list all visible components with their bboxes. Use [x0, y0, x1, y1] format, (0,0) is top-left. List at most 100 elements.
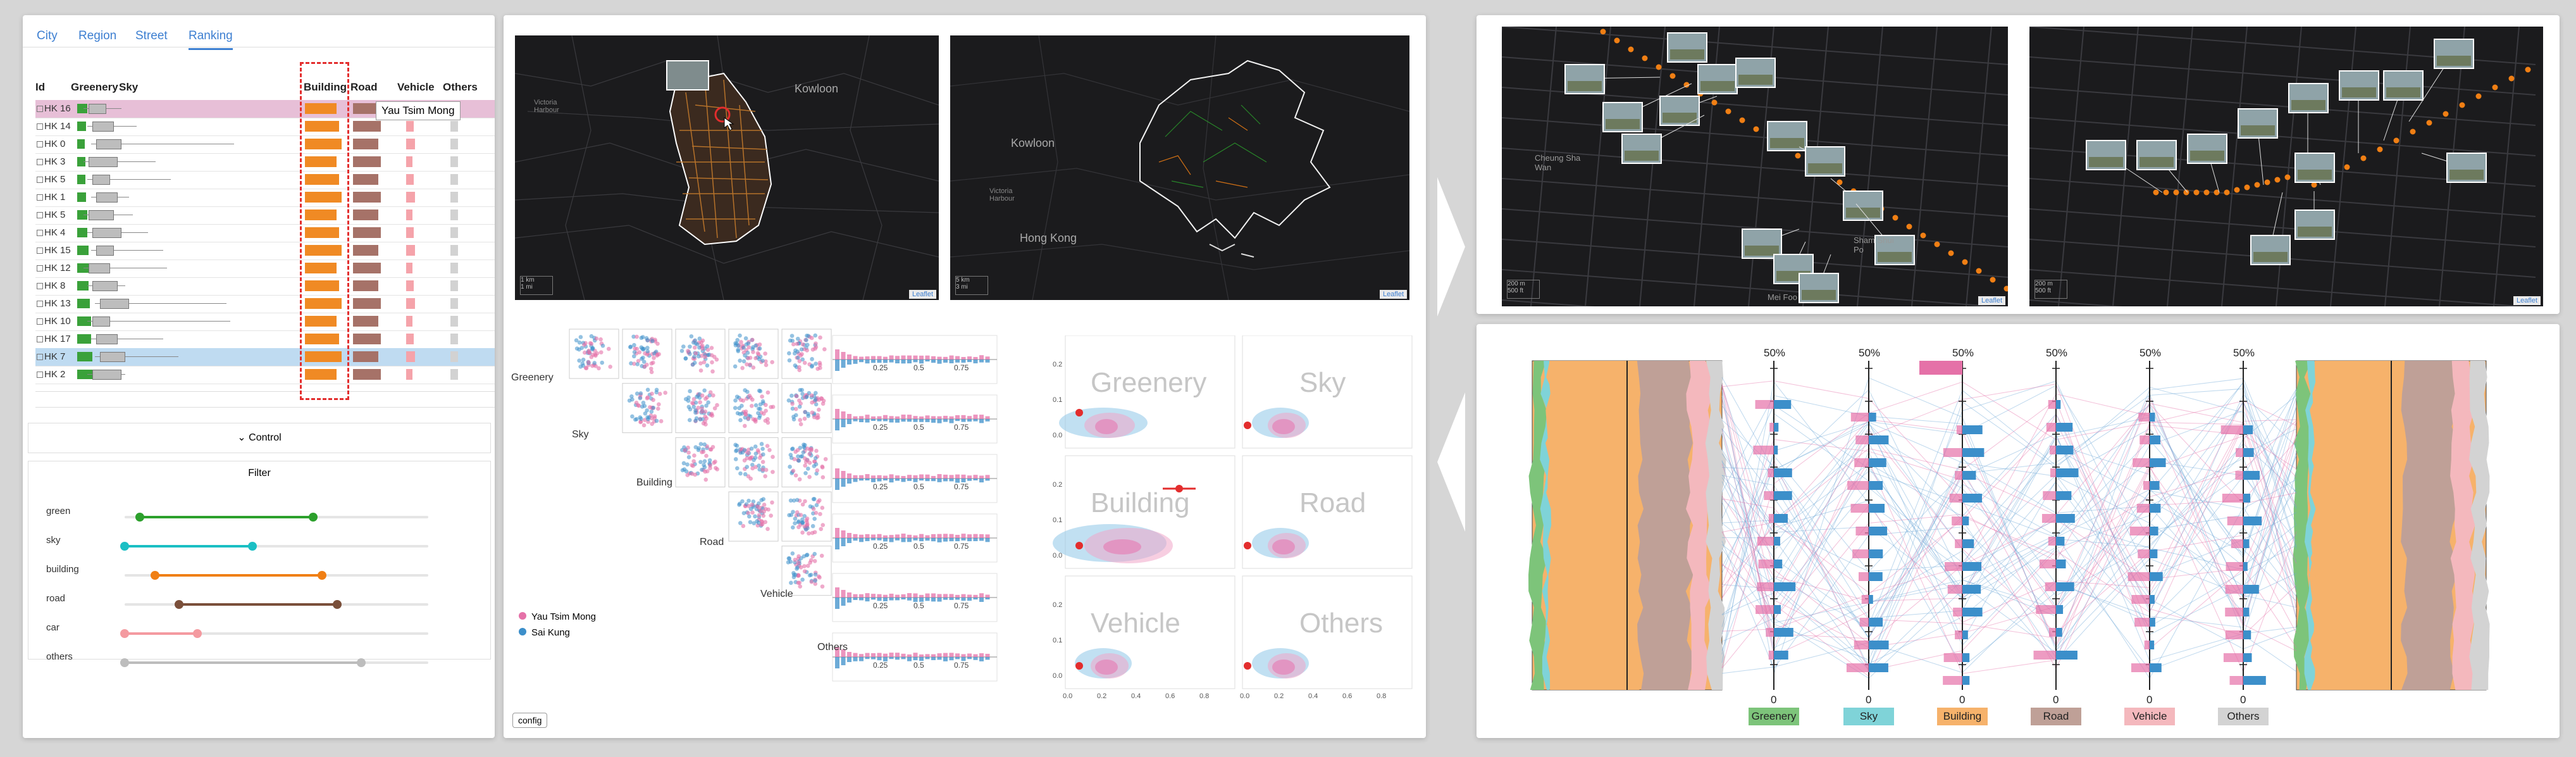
row-checkbox[interactable]	[37, 106, 43, 112]
row-checkbox[interactable]	[37, 141, 43, 147]
street-sample-point[interactable]	[1614, 37, 1620, 44]
row-checkbox[interactable]	[37, 336, 43, 342]
category-badge-road[interactable]: Road	[2031, 708, 2081, 725]
street-sample-point[interactable]	[2508, 75, 2515, 82]
table-row[interactable]: HK 7	[35, 348, 495, 366]
street-sample-point[interactable]	[2274, 177, 2281, 183]
street-sample-point[interactable]	[2393, 137, 2400, 144]
scatter-cell[interactable]	[781, 383, 832, 434]
table-row[interactable]: HK 14	[35, 118, 495, 136]
slider-building[interactable]	[125, 571, 428, 580]
table-row[interactable]: HK 4	[35, 224, 495, 242]
tab-ranking[interactable]: Ranking	[189, 29, 233, 50]
street-sample-point[interactable]	[1656, 64, 1662, 70]
street-sample-point[interactable]	[2173, 189, 2179, 196]
street-sample-point[interactable]	[2153, 189, 2159, 196]
street-sample-point[interactable]	[1725, 108, 1731, 115]
table-row[interactable]: HK 3	[35, 153, 495, 172]
street-sample-point[interactable]	[2254, 182, 2260, 188]
street-sample-point[interactable]	[2244, 184, 2250, 191]
row-checkbox[interactable]	[37, 265, 43, 272]
row-checkbox[interactable]	[37, 177, 43, 183]
street-sample-point[interactable]	[1962, 259, 1968, 265]
row-checkbox[interactable]	[37, 123, 43, 130]
street-sample-point[interactable]	[2264, 179, 2270, 185]
street-sample-point[interactable]	[1753, 126, 1759, 132]
street-sample-point[interactable]	[2193, 189, 2200, 196]
street-sample-point[interactable]	[1795, 153, 1801, 159]
street-sample-point[interactable]	[2426, 120, 2432, 126]
category-badge-others[interactable]: Others	[2218, 708, 2269, 725]
street-map-right[interactable]: Leaflet 200 m 500 ft	[2029, 27, 2543, 306]
street-sample-point[interactable]	[2377, 146, 2383, 153]
control-toggle[interactable]: ⌄ Control	[28, 423, 491, 453]
row-checkbox[interactable]	[37, 159, 43, 165]
slider-handle-min[interactable]	[120, 629, 129, 638]
legend-item-yau-tsim-mong[interactable]: Yau Tsim Mong	[519, 611, 596, 622]
street-sample-point[interactable]	[2443, 111, 2449, 117]
street-sample-point[interactable]	[2475, 93, 2482, 99]
category-badge-greenery[interactable]: Greenery	[1749, 708, 1799, 725]
col-header-id[interactable]: Id	[35, 81, 45, 94]
street-sample-point[interactable]	[1948, 250, 1954, 256]
street-sample-point[interactable]	[1990, 277, 1996, 283]
street-sample-point[interactable]	[2003, 285, 2009, 292]
street-sample-point[interactable]	[2203, 189, 2210, 196]
scatter-matrix[interactable]	[510, 323, 1054, 728]
row-checkbox[interactable]	[37, 230, 43, 236]
street-sample-point[interactable]	[1920, 232, 1926, 239]
row-checkbox[interactable]	[37, 372, 43, 378]
slider-handle-max[interactable]	[193, 629, 202, 638]
table-row[interactable]: HK 8	[35, 277, 495, 296]
slider-handle-max[interactable]	[248, 542, 257, 551]
street-sample-point[interactable]	[1600, 28, 1606, 35]
street-sample-point[interactable]	[2360, 155, 2367, 161]
col-header-road[interactable]: Road	[350, 81, 378, 94]
street-sample-point[interactable]	[1628, 46, 1634, 53]
slider-handle-min[interactable]	[135, 513, 144, 522]
street-sample-point[interactable]	[1934, 241, 1940, 247]
col-header-others[interactable]: Others	[443, 81, 478, 94]
street-sample-point[interactable]	[2525, 66, 2531, 73]
street-sample-point[interactable]	[2284, 174, 2291, 180]
leaflet-attribution[interactable]: Leaflet	[1978, 296, 2005, 305]
table-row[interactable]: HK 10	[35, 313, 495, 331]
street-map-left[interactable]: Cheung Sha Wan Sham Shui Po Mei Foo Leaf…	[1502, 27, 2008, 306]
street-sample-point[interactable]	[1976, 268, 1982, 274]
table-row[interactable]: HK 13	[35, 295, 495, 313]
category-badge-sky[interactable]: Sky	[1843, 708, 1894, 725]
table-row[interactable]: HK 15	[35, 242, 495, 260]
street-sample-point[interactable]	[1711, 99, 1718, 106]
tab-region[interactable]: Region	[78, 29, 116, 43]
slider-others[interactable]	[120, 658, 428, 667]
tab-city[interactable]: City	[37, 29, 58, 43]
table-row[interactable]: HK 5	[35, 206, 495, 225]
slider-handle-max[interactable]	[333, 600, 342, 609]
legend-item-sai-kung[interactable]: Sai Kung	[519, 627, 596, 638]
slider-handle-max[interactable]	[318, 571, 326, 580]
street-sample-point[interactable]	[2163, 189, 2169, 196]
category-badge-vehicle[interactable]: Vehicle	[2124, 708, 2175, 725]
street-sample-point[interactable]	[1906, 223, 1912, 230]
leaflet-attribution[interactable]: Leaflet	[2513, 296, 2541, 305]
config-button[interactable]: config	[512, 713, 548, 728]
col-header-sky[interactable]: Sky	[119, 81, 138, 94]
row-checkbox[interactable]	[37, 318, 43, 325]
table-row[interactable]: HK 2	[35, 366, 495, 384]
row-checkbox[interactable]	[37, 247, 43, 254]
row-checkbox[interactable]	[37, 212, 43, 218]
region-map-left[interactable]: Kowloon Victoria Harbour 1 km 1 mi Leafle…	[515, 35, 939, 300]
table-row[interactable]: HK 0	[35, 135, 495, 154]
street-sample-point[interactable]	[1669, 73, 1676, 79]
leaflet-attribution[interactable]: Leaflet	[908, 290, 936, 299]
street-sample-point[interactable]	[2410, 128, 2416, 135]
slider-green[interactable]	[125, 513, 428, 522]
col-header-greenery[interactable]: Greenery	[71, 81, 118, 94]
street-sample-point[interactable]	[1892, 215, 1898, 221]
tab-street[interactable]: Street	[135, 29, 168, 43]
street-sample-point[interactable]	[2459, 102, 2465, 108]
slider-handle-min[interactable]	[120, 542, 129, 551]
street-sample-point[interactable]	[1642, 55, 1648, 61]
parallel-histogram-chart[interactable]	[1477, 324, 2560, 738]
slider-handle-min[interactable]	[120, 658, 129, 667]
